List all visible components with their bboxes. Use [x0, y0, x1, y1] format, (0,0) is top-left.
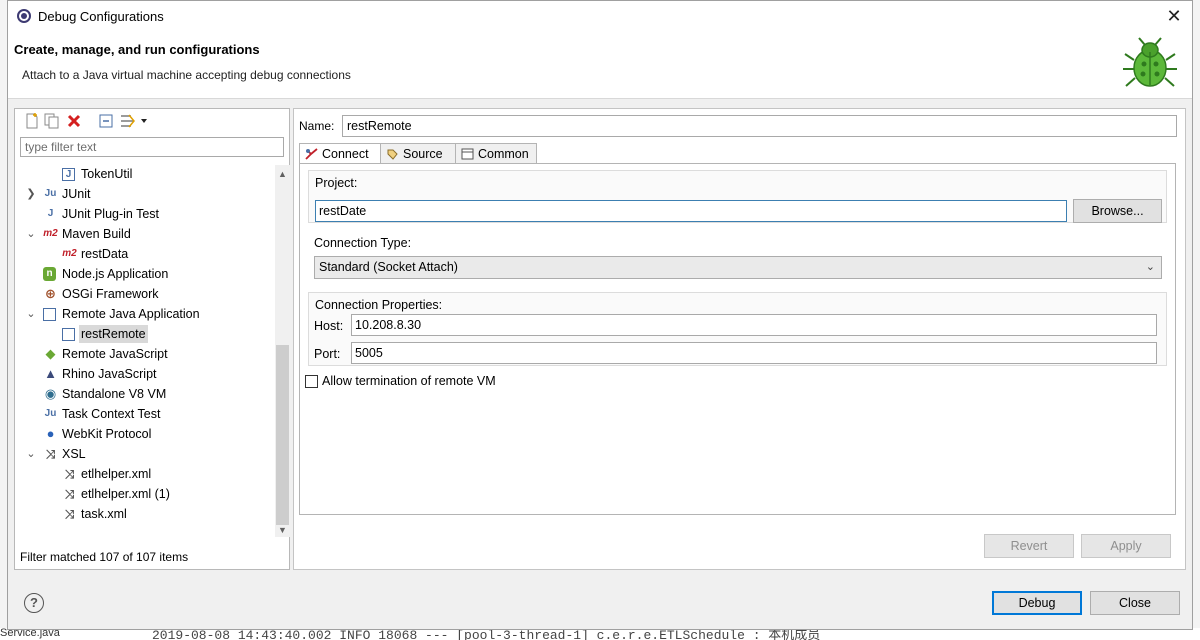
tab-label: Source — [403, 147, 443, 161]
filter-configurations-icon[interactable] — [119, 112, 149, 130]
collapse-icon[interactable]: ⌄ — [25, 305, 37, 323]
connection-type-group: Connection Type: Standard (Socket Attach… — [308, 236, 1167, 282]
configuration-tree: J TokenUtil ❯ Ju JUnit J JUnit Plug-in T… — [15, 165, 275, 527]
xsl-icon: ⤨ — [64, 467, 75, 481]
project-group-title: Project: — [315, 176, 358, 190]
host-label: Host: — [314, 319, 344, 333]
browse-button[interactable]: Browse... — [1073, 199, 1162, 223]
title-bar: Debug Configurations ✕ — [8, 1, 1192, 32]
tree-item-label: restData — [81, 247, 129, 261]
junit-class-icon: J — [62, 168, 75, 181]
apply-button[interactable]: Apply — [1081, 534, 1171, 558]
junit-plugin-icon: J — [47, 208, 54, 219]
scrollbar-thumb[interactable] — [276, 345, 289, 525]
new-configuration-icon[interactable] — [23, 112, 41, 130]
scroll-down-icon[interactable]: ▼ — [275, 523, 290, 537]
debug-button[interactable]: Debug — [992, 591, 1082, 615]
remote-java-icon — [62, 328, 75, 341]
collapse-all-icon[interactable] — [97, 112, 115, 130]
tree-item-label: Node.js Application — [62, 267, 169, 281]
port-input[interactable] — [351, 342, 1157, 364]
allow-termination-label: Allow termination of remote VM — [322, 374, 496, 388]
tree-scrollbar[interactable]: ▲ ▼ — [275, 165, 290, 537]
tree-item-label: JUnit — [62, 187, 91, 201]
remote-java-icon — [43, 308, 56, 321]
tree-item-label: etlhelper.xml — [81, 467, 152, 481]
remote-js-icon: ◆ — [45, 346, 56, 361]
connection-type-title: Connection Type: — [314, 236, 412, 250]
connection-properties-title: Connection Properties: — [315, 298, 443, 312]
name-input[interactable] — [342, 115, 1177, 137]
tree-item-label: Remote Java Application — [62, 307, 200, 321]
debug-configurations-dialog: Debug Configurations ✕ Create, manage, a… — [7, 0, 1193, 630]
webkit-icon: ● — [46, 426, 55, 441]
tree-item-label: task.xml — [81, 507, 127, 521]
background-ide-right — [1192, 0, 1200, 640]
header-title: Create, manage, and run configurations — [14, 42, 260, 57]
xsl-icon: ⤨ — [45, 447, 56, 461]
project-group: Project: Browse... — [308, 170, 1167, 223]
header-message: Attach to a Java virtual machine accepti… — [22, 68, 351, 82]
connection-properties-group: Connection Properties: Host: Port: — [308, 292, 1167, 366]
close-icon[interactable]: ✕ — [1162, 5, 1186, 27]
eclipse-icon — [17, 9, 31, 23]
tree-item-label: Task Context Test — [62, 407, 161, 421]
revert-button[interactable]: Revert — [984, 534, 1074, 558]
tree-item-label: TokenUtil — [81, 167, 133, 181]
scroll-up-icon[interactable]: ▲ — [275, 167, 290, 181]
osgi-icon: ⊕ — [45, 286, 56, 301]
host-input[interactable] — [351, 314, 1157, 336]
tree-item-label: JUnit Plug-in Test — [62, 207, 160, 221]
tree-item-label: etlhelper.xml (1) — [81, 487, 170, 501]
connect-icon — [305, 148, 318, 160]
tab-common[interactable]: Common — [455, 143, 537, 163]
duplicate-configuration-icon[interactable] — [43, 112, 61, 130]
xsl-icon: ⤨ — [64, 507, 75, 521]
debug-bug-icon — [1123, 37, 1177, 87]
task-context-icon: Ju — [44, 408, 57, 419]
connection-type-select[interactable]: Standard (Socket Attach) ⌄ — [314, 256, 1162, 279]
tree-item-label: Maven Build — [62, 227, 131, 241]
collapse-icon[interactable]: ⌄ — [25, 445, 37, 463]
allow-termination-checkbox[interactable] — [305, 375, 318, 388]
tab-label: Connect — [322, 147, 369, 161]
tree-item-label: XSL — [62, 447, 86, 461]
dialog-header: Create, manage, and run configurations A… — [8, 32, 1192, 99]
nodejs-icon: n — [43, 267, 56, 281]
rhino-icon: ▲ — [44, 366, 57, 381]
maven-icon: m2 — [43, 228, 58, 239]
tree-item-label: OSGi Framework — [62, 287, 159, 301]
xsl-icon: ⤨ — [64, 487, 75, 501]
junit-icon: Ju — [44, 188, 57, 199]
chevron-down-icon: ⌄ — [1145, 261, 1155, 273]
filter-input[interactable] — [20, 137, 284, 157]
maven-icon: m2 — [62, 248, 77, 259]
tree-item-label: Rhino JavaScript — [62, 367, 157, 381]
window-title: Debug Configurations — [38, 9, 164, 24]
tree-item-label: restRemote — [79, 325, 148, 343]
project-input[interactable] — [315, 200, 1067, 222]
source-icon — [387, 149, 398, 160]
tab-source[interactable]: Source — [380, 143, 456, 163]
tree-item-label: Standalone V8 VM — [62, 387, 167, 401]
delete-configuration-icon[interactable] — [65, 112, 83, 130]
tree-item-label: WebKit Protocol — [62, 427, 152, 441]
tree-item-label: Remote JavaScript — [62, 347, 168, 361]
configuration-tree-panel: J TokenUtil ❯ Ju JUnit J JUnit Plug-in T… — [14, 108, 290, 570]
expand-icon[interactable]: ❯ — [25, 185, 37, 203]
tab-label: Common — [478, 147, 529, 161]
port-label: Port: — [314, 347, 341, 361]
connection-type-value: Standard (Socket Attach) — [319, 260, 458, 274]
configuration-editor-panel: Name: Connect Source Common Project: Bro… — [293, 108, 1186, 570]
common-icon — [461, 148, 474, 160]
v8-icon: ◉ — [44, 386, 57, 401]
help-icon[interactable]: ? — [24, 593, 44, 613]
close-button[interactable]: Close — [1090, 591, 1180, 615]
name-label: Name: — [299, 119, 335, 133]
connect-tab-content: Project: Browse... Connection Type: Stan… — [299, 163, 1176, 515]
filter-status-text: Filter matched 107 of 107 items — [20, 550, 189, 564]
tab-connect[interactable]: Connect — [299, 143, 381, 164]
collapse-icon[interactable]: ⌄ — [25, 225, 37, 243]
